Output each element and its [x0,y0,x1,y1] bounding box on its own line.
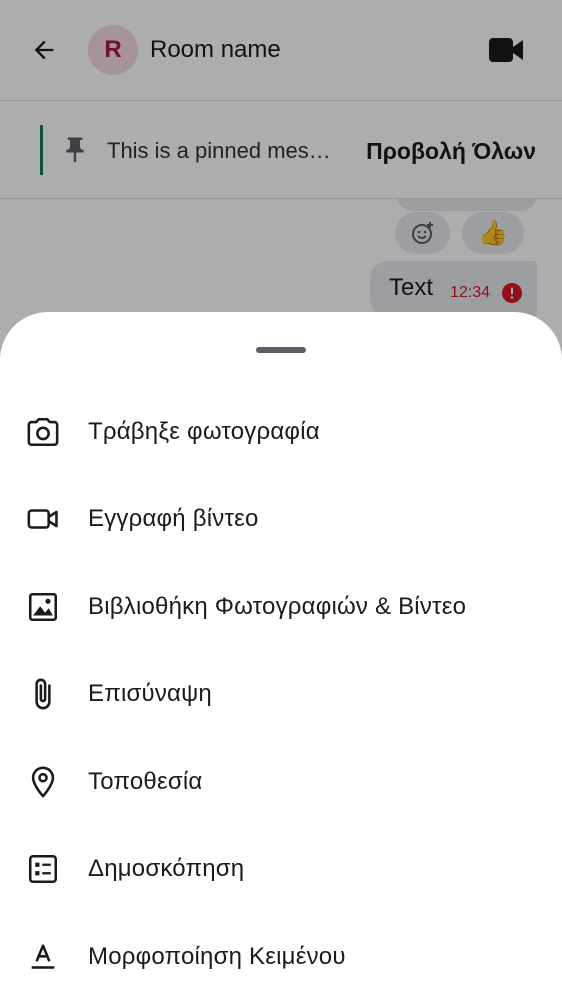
attachment-bottom-sheet: Τράβηξε φωτογραφία Εγγραφή βίντεο Βιβλιο… [0,312,562,1000]
menu-item-label: Εγγραφή βίντεο [88,505,259,532]
poll-icon [26,852,60,886]
menu-item-label: Επισύναψη [88,680,212,707]
text-format-icon [26,940,60,974]
image-icon [26,590,60,624]
menu-item-photo-library[interactable]: Βιβλιοθήκη Φωτογραφιών & Βίντεο [0,574,562,638]
menu-item-label: Μορφοποίηση Κειμένου [88,943,346,970]
paperclip-icon [26,677,60,711]
menu-item-label: Δημοσκόπηση [88,855,245,882]
menu-item-poll[interactable]: Δημοσκόπηση [0,836,562,900]
camera-icon [26,415,60,449]
menu-item-location[interactable]: Τοποθεσία [0,749,562,813]
screen: R Room name This is a pinned message Προ… [0,0,562,1000]
menu-item-take-photo[interactable]: Τράβηξε φωτογραφία [0,399,562,463]
menu-item-label: Τοποθεσία [88,768,203,795]
menu-item-label: Τράβηξε φωτογραφία [88,418,320,445]
menu-item-record-video[interactable]: Εγγραφή βίντεο [0,486,562,550]
menu-item-attachment[interactable]: Επισύναψη [0,661,562,725]
location-pin-icon [26,765,60,799]
menu-item-text-formatting[interactable]: Μορφοποίηση Κειμένου [0,924,562,988]
video-camera-icon [26,502,60,536]
menu-item-label: Βιβλιοθήκη Φωτογραφιών & Βίντεο [88,593,467,620]
drag-handle[interactable] [256,347,306,353]
